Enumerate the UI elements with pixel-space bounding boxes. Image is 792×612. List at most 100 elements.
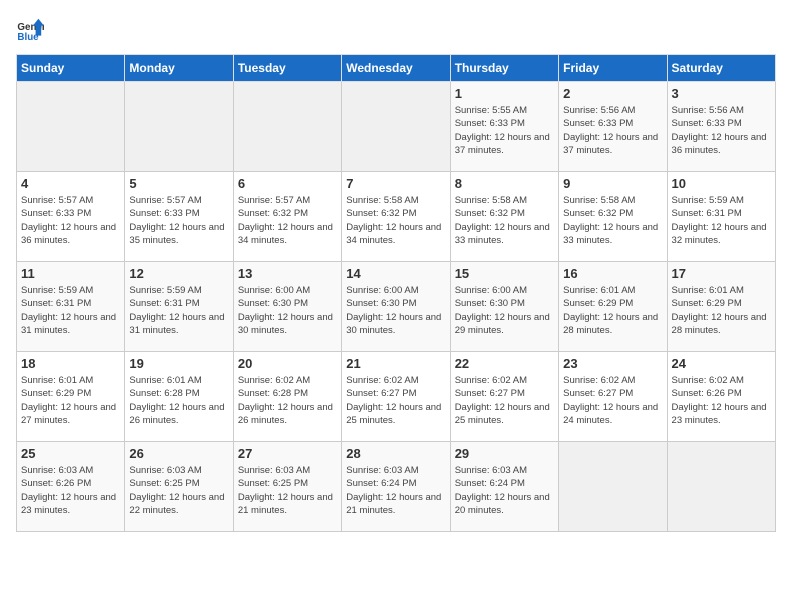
day-info: Sunrise: 5:58 AM Sunset: 6:32 PM Dayligh… <box>455 194 554 247</box>
day-info: Sunrise: 6:02 AM Sunset: 6:27 PM Dayligh… <box>346 374 445 427</box>
day-info: Sunrise: 5:58 AM Sunset: 6:32 PM Dayligh… <box>563 194 662 247</box>
weekday-header: Tuesday <box>233 55 341 82</box>
calendar-week-row: 25 Sunrise: 6:03 AM Sunset: 6:26 PM Dayl… <box>17 442 776 532</box>
calendar-day-cell: 9 Sunrise: 5:58 AM Sunset: 6:32 PM Dayli… <box>559 172 667 262</box>
calendar-day-cell: 1 Sunrise: 5:55 AM Sunset: 6:33 PM Dayli… <box>450 82 558 172</box>
day-info: Sunrise: 6:00 AM Sunset: 6:30 PM Dayligh… <box>455 284 554 337</box>
day-number: 8 <box>455 176 554 191</box>
calendar-day-cell <box>233 82 341 172</box>
calendar-day-cell: 18 Sunrise: 6:01 AM Sunset: 6:29 PM Dayl… <box>17 352 125 442</box>
day-info: Sunrise: 6:01 AM Sunset: 6:29 PM Dayligh… <box>21 374 120 427</box>
day-number: 22 <box>455 356 554 371</box>
calendar-day-cell: 28 Sunrise: 6:03 AM Sunset: 6:24 PM Dayl… <box>342 442 450 532</box>
logo: General Blue <box>16 16 44 44</box>
calendar-day-cell: 22 Sunrise: 6:02 AM Sunset: 6:27 PM Dayl… <box>450 352 558 442</box>
day-info: Sunrise: 5:59 AM Sunset: 6:31 PM Dayligh… <box>129 284 228 337</box>
calendar-day-cell: 7 Sunrise: 5:58 AM Sunset: 6:32 PM Dayli… <box>342 172 450 262</box>
day-number: 20 <box>238 356 337 371</box>
day-number: 17 <box>672 266 771 281</box>
calendar-day-cell: 29 Sunrise: 6:03 AM Sunset: 6:24 PM Dayl… <box>450 442 558 532</box>
day-number: 29 <box>455 446 554 461</box>
calendar-day-cell: 13 Sunrise: 6:00 AM Sunset: 6:30 PM Dayl… <box>233 262 341 352</box>
day-number: 13 <box>238 266 337 281</box>
day-info: Sunrise: 6:02 AM Sunset: 6:28 PM Dayligh… <box>238 374 337 427</box>
calendar-day-cell <box>342 82 450 172</box>
day-info: Sunrise: 6:01 AM Sunset: 6:28 PM Dayligh… <box>129 374 228 427</box>
day-info: Sunrise: 6:03 AM Sunset: 6:24 PM Dayligh… <box>346 464 445 517</box>
day-number: 5 <box>129 176 228 191</box>
day-info: Sunrise: 5:56 AM Sunset: 6:33 PM Dayligh… <box>563 104 662 157</box>
calendar-day-cell <box>667 442 775 532</box>
day-number: 11 <box>21 266 120 281</box>
day-info: Sunrise: 5:59 AM Sunset: 6:31 PM Dayligh… <box>672 194 771 247</box>
calendar-week-row: 4 Sunrise: 5:57 AM Sunset: 6:33 PM Dayli… <box>17 172 776 262</box>
calendar-day-cell <box>125 82 233 172</box>
day-info: Sunrise: 6:01 AM Sunset: 6:29 PM Dayligh… <box>672 284 771 337</box>
calendar-day-cell: 11 Sunrise: 5:59 AM Sunset: 6:31 PM Dayl… <box>17 262 125 352</box>
day-info: Sunrise: 5:57 AM Sunset: 6:32 PM Dayligh… <box>238 194 337 247</box>
weekday-header: Saturday <box>667 55 775 82</box>
day-info: Sunrise: 5:57 AM Sunset: 6:33 PM Dayligh… <box>21 194 120 247</box>
day-number: 2 <box>563 86 662 101</box>
calendar-day-cell: 20 Sunrise: 6:02 AM Sunset: 6:28 PM Dayl… <box>233 352 341 442</box>
calendar-week-row: 11 Sunrise: 5:59 AM Sunset: 6:31 PM Dayl… <box>17 262 776 352</box>
weekday-header: Friday <box>559 55 667 82</box>
weekday-header: Wednesday <box>342 55 450 82</box>
day-number: 24 <box>672 356 771 371</box>
day-info: Sunrise: 6:00 AM Sunset: 6:30 PM Dayligh… <box>238 284 337 337</box>
calendar-day-cell <box>559 442 667 532</box>
day-number: 1 <box>455 86 554 101</box>
day-number: 14 <box>346 266 445 281</box>
calendar-day-cell: 27 Sunrise: 6:03 AM Sunset: 6:25 PM Dayl… <box>233 442 341 532</box>
calendar-day-cell: 15 Sunrise: 6:00 AM Sunset: 6:30 PM Dayl… <box>450 262 558 352</box>
day-number: 6 <box>238 176 337 191</box>
calendar-day-cell: 16 Sunrise: 6:01 AM Sunset: 6:29 PM Dayl… <box>559 262 667 352</box>
calendar-day-cell: 5 Sunrise: 5:57 AM Sunset: 6:33 PM Dayli… <box>125 172 233 262</box>
day-number: 16 <box>563 266 662 281</box>
calendar-day-cell <box>17 82 125 172</box>
day-number: 23 <box>563 356 662 371</box>
calendar-day-cell: 12 Sunrise: 5:59 AM Sunset: 6:31 PM Dayl… <box>125 262 233 352</box>
day-number: 28 <box>346 446 445 461</box>
calendar-day-cell: 6 Sunrise: 5:57 AM Sunset: 6:32 PM Dayli… <box>233 172 341 262</box>
day-info: Sunrise: 5:58 AM Sunset: 6:32 PM Dayligh… <box>346 194 445 247</box>
day-info: Sunrise: 6:03 AM Sunset: 6:24 PM Dayligh… <box>455 464 554 517</box>
calendar-day-cell: 24 Sunrise: 6:02 AM Sunset: 6:26 PM Dayl… <box>667 352 775 442</box>
day-number: 3 <box>672 86 771 101</box>
calendar-day-cell: 25 Sunrise: 6:03 AM Sunset: 6:26 PM Dayl… <box>17 442 125 532</box>
day-info: Sunrise: 6:03 AM Sunset: 6:25 PM Dayligh… <box>238 464 337 517</box>
calendar-day-cell: 19 Sunrise: 6:01 AM Sunset: 6:28 PM Dayl… <box>125 352 233 442</box>
day-number: 25 <box>21 446 120 461</box>
day-info: Sunrise: 6:02 AM Sunset: 6:27 PM Dayligh… <box>455 374 554 427</box>
calendar-day-cell: 14 Sunrise: 6:00 AM Sunset: 6:30 PM Dayl… <box>342 262 450 352</box>
calendar-day-cell: 17 Sunrise: 6:01 AM Sunset: 6:29 PM Dayl… <box>667 262 775 352</box>
calendar-day-cell: 21 Sunrise: 6:02 AM Sunset: 6:27 PM Dayl… <box>342 352 450 442</box>
logo-icon: General Blue <box>16 16 44 44</box>
calendar-day-cell: 2 Sunrise: 5:56 AM Sunset: 6:33 PM Dayli… <box>559 82 667 172</box>
day-number: 15 <box>455 266 554 281</box>
day-number: 18 <box>21 356 120 371</box>
day-info: Sunrise: 5:57 AM Sunset: 6:33 PM Dayligh… <box>129 194 228 247</box>
day-number: 19 <box>129 356 228 371</box>
calendar-day-cell: 26 Sunrise: 6:03 AM Sunset: 6:25 PM Dayl… <box>125 442 233 532</box>
day-info: Sunrise: 5:56 AM Sunset: 6:33 PM Dayligh… <box>672 104 771 157</box>
day-number: 12 <box>129 266 228 281</box>
day-number: 4 <box>21 176 120 191</box>
calendar-table: SundayMondayTuesdayWednesdayThursdayFrid… <box>16 54 776 532</box>
day-number: 27 <box>238 446 337 461</box>
weekday-header: Sunday <box>17 55 125 82</box>
day-number: 21 <box>346 356 445 371</box>
weekday-header-row: SundayMondayTuesdayWednesdayThursdayFrid… <box>17 55 776 82</box>
day-info: Sunrise: 5:59 AM Sunset: 6:31 PM Dayligh… <box>21 284 120 337</box>
day-info: Sunrise: 6:03 AM Sunset: 6:26 PM Dayligh… <box>21 464 120 517</box>
calendar-day-cell: 10 Sunrise: 5:59 AM Sunset: 6:31 PM Dayl… <box>667 172 775 262</box>
calendar-day-cell: 23 Sunrise: 6:02 AM Sunset: 6:27 PM Dayl… <box>559 352 667 442</box>
day-info: Sunrise: 6:02 AM Sunset: 6:27 PM Dayligh… <box>563 374 662 427</box>
weekday-header: Thursday <box>450 55 558 82</box>
weekday-header: Monday <box>125 55 233 82</box>
calendar-week-row: 18 Sunrise: 6:01 AM Sunset: 6:29 PM Dayl… <box>17 352 776 442</box>
calendar-day-cell: 4 Sunrise: 5:57 AM Sunset: 6:33 PM Dayli… <box>17 172 125 262</box>
day-info: Sunrise: 5:55 AM Sunset: 6:33 PM Dayligh… <box>455 104 554 157</box>
page-header: General Blue <box>16 16 776 44</box>
calendar-day-cell: 8 Sunrise: 5:58 AM Sunset: 6:32 PM Dayli… <box>450 172 558 262</box>
